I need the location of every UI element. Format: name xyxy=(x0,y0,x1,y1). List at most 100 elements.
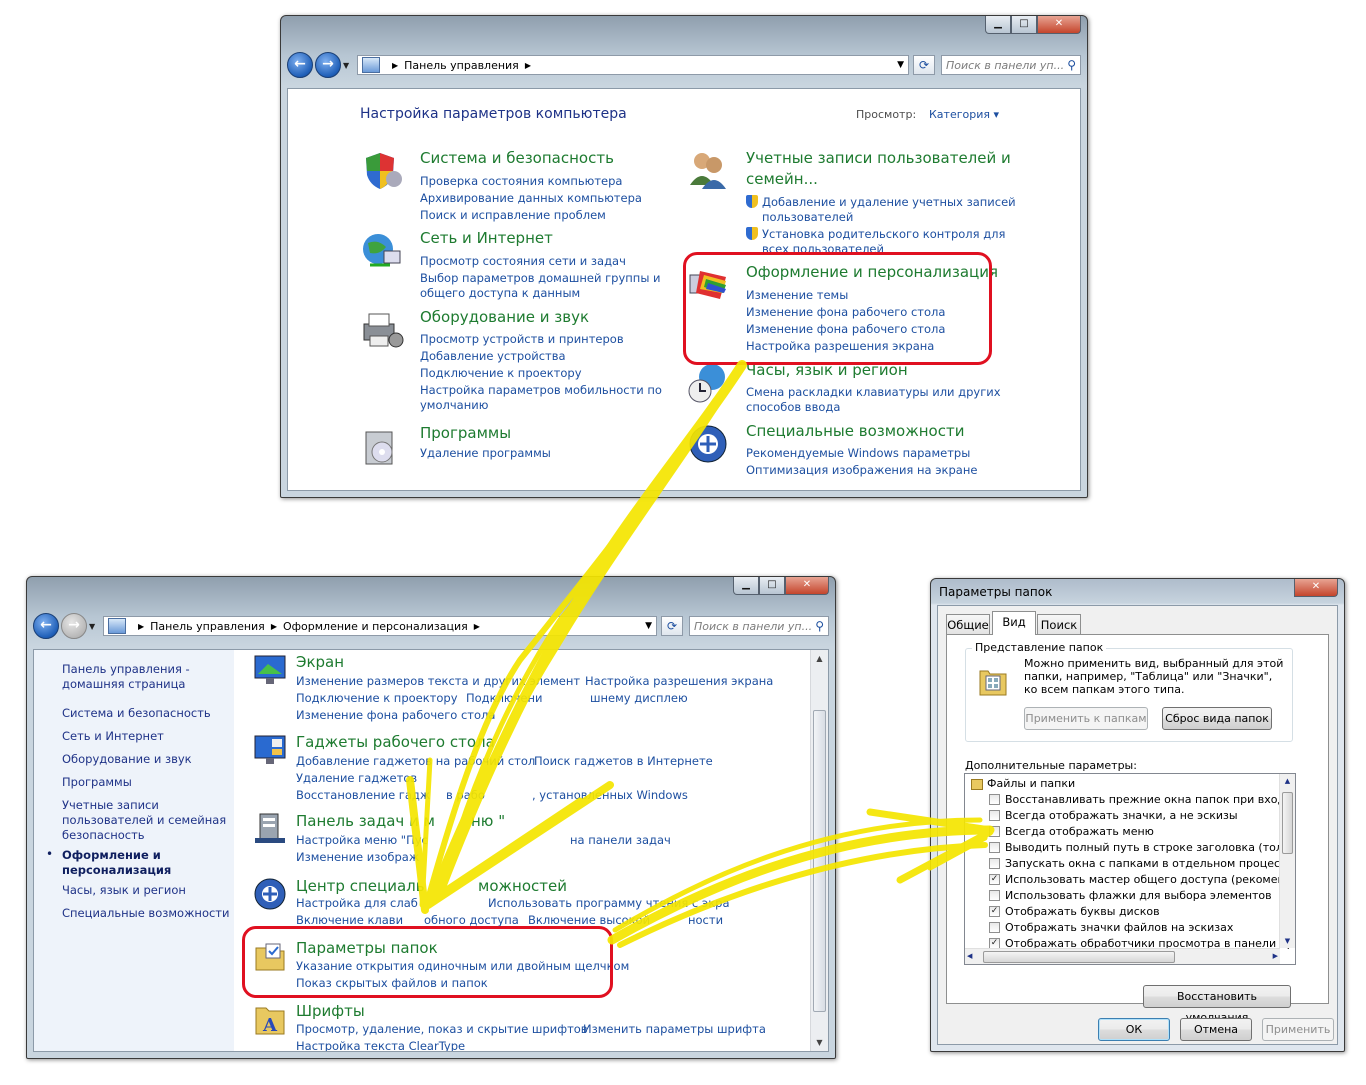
nav-hardware[interactable]: Оборудование и звук xyxy=(62,752,192,766)
category-title[interactable]: Система и безопасность xyxy=(420,149,614,167)
link-screen-reader[interactable]: Использовать программу чтения с экра xyxy=(488,896,730,910)
nav-clock-region[interactable]: Часы, язык и регион xyxy=(62,883,186,897)
nav-personalization-current[interactable]: Оформление и xyxy=(62,848,161,862)
link-sticky-keys-cont[interactable]: обного доступа xyxy=(424,913,519,927)
link-taskbar-icons[interactable]: на панели задач xyxy=(570,833,671,847)
apply-to-folders-button[interactable]: Применить к папкам xyxy=(1024,707,1148,730)
back-button[interactable]: ← xyxy=(287,52,313,78)
scroll-thumb[interactable] xyxy=(983,951,1175,963)
history-dropdown-icon[interactable]: ▼ xyxy=(343,61,353,70)
maximize-button[interactable]: □ xyxy=(1011,16,1037,34)
search-input[interactable]: Поиск в панели уп... ⚲ xyxy=(941,55,1081,75)
refresh-button[interactable]: ⟳ xyxy=(661,616,683,636)
item-title[interactable]: Экран xyxy=(296,653,344,671)
option-checkbox[interactable] xyxy=(989,922,1000,933)
category-title[interactable]: Оборудование и звук xyxy=(420,308,589,326)
link-desktop-background[interactable]: Изменение фона рабочего стола xyxy=(296,708,495,722)
link-font-settings[interactable]: Изменить параметры шрифта xyxy=(583,1022,766,1036)
view-mode-dropdown[interactable]: Категория ▾ xyxy=(929,108,999,121)
category-title[interactable]: Специальные возможности xyxy=(746,422,964,440)
category-title[interactable]: Сеть и Интернет xyxy=(420,229,553,247)
scroll-up-arrow-icon[interactable]: ▲ xyxy=(811,650,828,667)
breadcrumb-separator-icon[interactable]: ▶ xyxy=(392,61,398,70)
link-add-device[interactable]: Добавление устройства xyxy=(420,349,566,363)
option-checkbox[interactable] xyxy=(989,858,1000,869)
option-checkbox[interactable] xyxy=(989,890,1000,901)
tab-general[interactable]: Общие xyxy=(946,614,990,634)
scroll-right-arrow-icon[interactable]: ▶ xyxy=(1273,949,1278,964)
close-button[interactable]: ✕ xyxy=(1294,579,1338,597)
link-recommended-settings[interactable]: Рекомендуемые Windows параметры xyxy=(746,446,970,460)
item-title[interactable]: Гаджеты рабочего стола xyxy=(296,733,495,751)
link-screen-resolution[interactable]: Настройка разрешения экрана xyxy=(585,674,773,688)
link-preview-fonts[interactable]: Просмотр, удаление, показ и скрытие шриф… xyxy=(296,1022,588,1036)
link-cleartype[interactable]: Настройка текста ClearType xyxy=(296,1039,465,1051)
forward-button[interactable]: → xyxy=(61,613,87,639)
tree-horizontal-scrollbar[interactable]: ◀ ▶ xyxy=(965,948,1280,964)
search-icon[interactable]: ⚲ xyxy=(815,619,824,633)
link-check-status[interactable]: Проверка состояния компьютера xyxy=(420,174,622,188)
link-remove-gadgets[interactable]: Удаление гаджетов xyxy=(296,771,417,785)
cancel-button[interactable]: Отмена xyxy=(1180,1018,1252,1041)
link-start-menu[interactable]: Настройка меню "Пус xyxy=(296,833,428,847)
nav-programs[interactable]: Программы xyxy=(62,775,132,789)
tab-search[interactable]: Поиск xyxy=(1037,614,1081,634)
scroll-thumb[interactable] xyxy=(813,710,826,1012)
link-devices-printers[interactable]: Просмотр устройств и принтеров xyxy=(420,332,624,346)
item-title-tail[interactable]: ню " xyxy=(471,812,505,830)
breadcrumb-separator-icon[interactable]: ▶ xyxy=(271,622,277,631)
search-input[interactable]: Поиск в панели уп... ⚲ xyxy=(689,616,829,636)
link-add-remove-accounts-cont[interactable]: пользователей xyxy=(762,210,853,224)
refresh-button[interactable]: ⟳ xyxy=(913,55,935,75)
item-title-tail[interactable]: можностей xyxy=(478,877,567,895)
link-sticky-keys[interactable]: Включение клави xyxy=(296,913,403,927)
option-checkbox[interactable]: ✓ xyxy=(989,874,1000,885)
link-restore-gadgets-part[interactable]: в рабо xyxy=(446,788,485,802)
breadcrumb-separator-icon[interactable]: ▶ xyxy=(138,622,144,631)
scroll-down-arrow-icon[interactable]: ▼ xyxy=(811,1034,828,1051)
address-bar[interactable]: ▶ Панель управления ▶ Оформление и персо… xyxy=(103,616,657,636)
nav-user-accounts-cont[interactable]: пользователей и семейная xyxy=(62,813,226,827)
nav-network[interactable]: Сеть и Интернет xyxy=(62,729,164,743)
link-restore-gadgets-cont[interactable]: , установленных Windows xyxy=(532,788,688,802)
link-low-vision[interactable]: Настройка для слаб xyxy=(296,896,418,910)
option-checkbox[interactable] xyxy=(989,826,1000,837)
scroll-thumb[interactable] xyxy=(1282,792,1293,854)
apply-button[interactable]: Применить xyxy=(1262,1018,1334,1041)
link-homegroup[interactable]: Выбор параметров домашней группы и xyxy=(420,271,661,285)
breadcrumb-separator-icon[interactable]: ▶ xyxy=(525,61,531,70)
vertical-scrollbar[interactable]: ▲ ▼ xyxy=(810,650,828,1051)
link-keyboard-layout[interactable]: Смена раскладки клавиатуры или других xyxy=(746,385,1001,399)
close-button[interactable]: ✕ xyxy=(785,577,829,595)
link-external-display[interactable]: Подключени xyxy=(466,691,542,705)
item-title[interactable]: Шрифты xyxy=(296,1002,365,1020)
option-checkbox[interactable] xyxy=(989,794,1000,805)
scroll-down-arrow-icon[interactable]: ▼ xyxy=(1280,934,1295,948)
nav-home-link-cont[interactable]: домашняя страница xyxy=(62,677,185,691)
link-uninstall[interactable]: Удаление программы xyxy=(420,446,551,460)
address-bar[interactable]: ▶ Панель управления ▶ ▼ xyxy=(357,55,909,75)
minimize-button[interactable]: ▁ xyxy=(733,577,759,595)
link-add-remove-accounts[interactable]: Добавление и удаление учетных записей xyxy=(762,195,1016,209)
scroll-left-arrow-icon[interactable]: ◀ xyxy=(967,949,972,964)
minimize-button[interactable]: ▁ xyxy=(985,16,1011,34)
link-high-contrast[interactable]: Включение высокой xyxy=(528,913,650,927)
nav-home-link[interactable]: Панель управления - xyxy=(62,662,190,676)
link-mobility[interactable]: Настройка параметров мобильности по xyxy=(420,383,662,397)
forward-button[interactable]: → xyxy=(315,52,341,78)
link-external-display-cont[interactable]: шнему дисплею xyxy=(590,691,688,705)
tab-view[interactable]: Вид xyxy=(992,611,1036,635)
scroll-up-arrow-icon[interactable]: ▲ xyxy=(1280,774,1295,788)
link-homegroup-cont[interactable]: общего доступа к данным xyxy=(420,286,580,300)
breadcrumb-control-panel[interactable]: Панель управления xyxy=(150,620,265,633)
breadcrumb-control-panel[interactable]: Панель управления xyxy=(404,59,519,72)
link-keyboard-layout-cont[interactable]: способов ввода xyxy=(746,400,840,414)
breadcrumb-personalization[interactable]: Оформление и персонализация xyxy=(283,620,468,633)
nav-system-security[interactable]: Система и безопасность xyxy=(62,706,211,720)
address-dropdown-icon[interactable]: ▼ xyxy=(897,60,904,70)
link-backup[interactable]: Архивирование данных компьютера xyxy=(420,191,642,205)
maximize-button[interactable]: □ xyxy=(759,577,785,595)
link-text-size[interactable]: Изменение размеров текста и других элеме… xyxy=(296,674,580,688)
link-troubleshoot[interactable]: Поиск и исправление проблем xyxy=(420,208,606,222)
restore-defaults-button[interactable]: Восстановить умолчания xyxy=(1143,985,1291,1024)
